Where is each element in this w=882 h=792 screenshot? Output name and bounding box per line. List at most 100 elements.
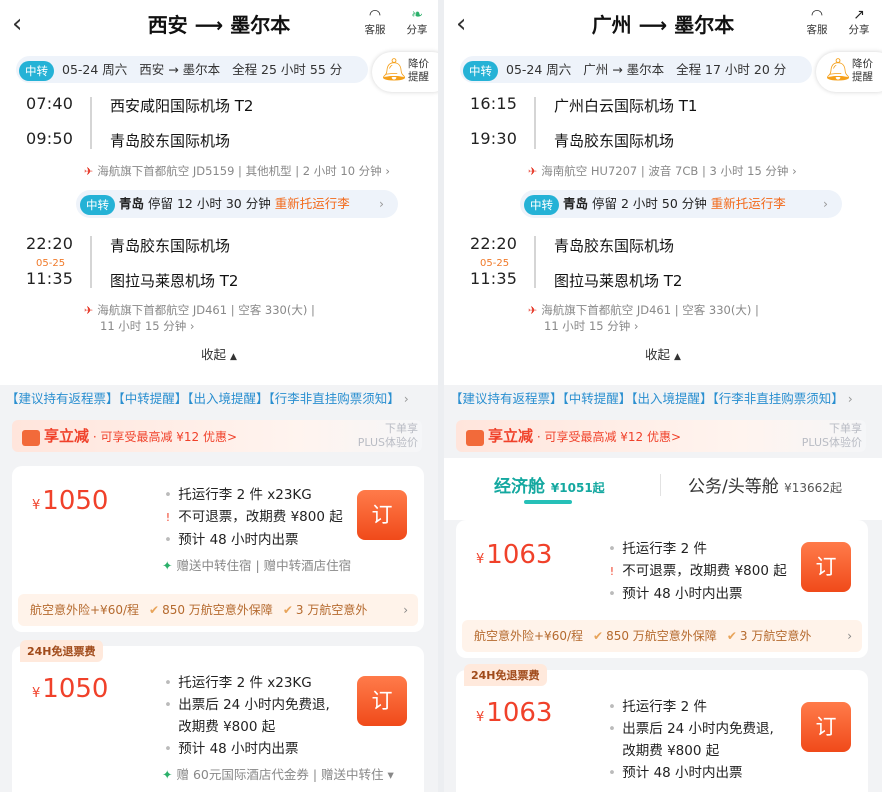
fare-price: ¥1063 [476,698,553,728]
airline-logo-icon: ✈ [528,304,538,317]
seg2-flight-info[interactable]: ✈ 海航旗下首都航空 JD461 | 空客 330(大) | [84,302,315,318]
fare-rules: • 托运行李 2 件 x23KG ! 不可退票，改期费 ¥800 起 • 预计 … [162,487,352,573]
collapse-toggle[interactable]: 收起 ▲ [444,344,882,363]
seg1-arr-time: 19:30 [470,129,518,148]
fare-card[interactable]: ¥1063 • 托运行李 2 件 ! 不可退票，改期费 ¥800 起 • 预计 … [456,520,868,658]
plus-price-note: 下单享 PLUS体验价 [357,422,418,449]
seg1-arr-airport: 青岛胶东国际机场 [554,132,675,150]
fare-card[interactable]: 24H免退票费 ¥1050 • 托运行李 2 件 x23KG • 出票后 24 … [12,640,424,792]
book-button[interactable]: 订 [357,490,407,540]
warning-icon: ! [609,565,615,578]
transfer-tag: 中转 [463,60,498,81]
gift-icon: ✦ [162,767,173,782]
timeline-line [90,236,92,288]
check-icon: ✔ [149,603,160,617]
chevron-right-icon: › [379,196,384,211]
seg2-dep-time: 22:20 [470,234,518,253]
seg2-arr-airport: 图拉马莱恩机场 T2 [110,272,239,290]
seg1-arr-airport: 青岛胶东国际机场 [110,132,231,150]
transfer-tag: 中转 [19,60,54,81]
seg2-duration: 11 小时 15 分钟 › [544,319,639,333]
airline-logo-icon: ✈ [84,304,94,317]
airline-logo-icon: ✈ [84,165,94,178]
seg2-arr-airport: 图拉马莱恩机场 T2 [554,272,683,290]
layover-bar[interactable]: 中转 青岛 停留 2 小时 50 分钟 重新托运行李 › [520,190,842,218]
chevron-right-icon: › [823,196,828,211]
seg2-arr-date: 05-25 [36,258,66,269]
insurance-bar[interactable]: 航空意外险+¥60/程 ✔ 850 万航空意外保障 ✔ 3 万航空意外 › [18,594,418,626]
seg2-duration: 11 小时 15 分钟 › [100,319,195,333]
bell-icon: 🔔︎ [824,58,852,83]
notice-links[interactable]: 【建议持有返程票】【中转提醒】【出入境提醒】【行李非直挂购票须知】 › [6,388,438,407]
share-button[interactable]: ❧ 分享 [402,6,432,36]
airline-logo-icon: ✈ [528,165,538,178]
chevron-right-icon: › [847,629,852,643]
refund-badge: 24H免退票费 [20,640,103,662]
fare-card[interactable]: ¥1050 • 托运行李 2 件 x23KG ! 不可退票，改期费 ¥800 起… [12,466,424,632]
cabin-tabs: 经济舱 ¥1051起 公务/头等舱 ¥13662起 [444,458,882,520]
seg1-dep-airport: 西安咸阳国际机场 T2 [110,97,254,115]
timeline-line [90,97,92,149]
flight-itinerary: ‹ 广州 ⟶ 墨尔本 ◠ 客服 ↗ 分享 中转 05-24 周六 广州 → 墨尔本 全… [444,0,882,385]
seg1-flight-info[interactable]: ✈ 海南航空 HU7207 | 波音 7CB | 3 小时 15 分钟 › [528,163,797,179]
fare-rules: • 托运行李 2 件 ! 不可退票，改期费 ¥800 起 • 预计 48 小时内… [606,538,787,605]
trip-summary: 中转 05-24 周六 西安 → 墨尔本 全程 25 小时 55 分 [16,56,368,83]
check-icon: ✔ [282,603,293,617]
check-icon: ✔ [593,629,604,643]
seg1-dep-time: 16:15 [470,94,518,113]
active-tab-indicator [524,500,572,504]
flight-detail-screen-guangzhou: ‹ 广州 ⟶ 墨尔本 ◠ 客服 ↗ 分享 中转 05-24 周六 广州 → 墨尔本 全… [444,0,882,792]
chevron-right-icon: › [403,603,408,617]
gift-icon: ✦ [162,558,173,573]
tab-economy[interactable]: 经济舱 ¥1051起 [494,472,605,497]
caret-up-icon: ▲ [230,352,237,362]
fare-rules: • 托运行李 2 件 • 出票后 24 小时内免费退, 改期费 ¥800 起 •… [608,699,774,781]
share-button[interactable]: ↗ 分享 [844,6,874,36]
notice-links[interactable]: 【建议持有返程票】【中转提醒】【出入境提醒】【行李非直挂购票须知】 › [450,388,882,407]
price-alert-button[interactable]: 🔔︎ 降价提醒 [372,52,438,92]
chevron-right-icon: › [847,391,853,406]
fare-price: ¥1050 [32,486,109,516]
plus-price-note: 下单享 PLUS体验价 [801,422,862,449]
customer-service-button[interactable]: ◠ 客服 [360,6,390,36]
customer-service-button[interactable]: ◠ 客服 [802,6,832,36]
headset-icon: ◠ [368,7,382,23]
tab-business-first[interactable]: 公务/头等舱 ¥13662起 [688,472,842,497]
seg1-arr-time: 09:50 [26,129,74,148]
share-icon: ❧ [411,7,423,23]
transfer-tag: 中转 [80,194,115,215]
coupon-icon [22,429,40,446]
seg2-arr-date: 05-25 [480,258,510,269]
book-button[interactable]: 订 [357,676,407,726]
warning-icon: ! [165,511,171,524]
check-icon: ✔ [726,629,737,643]
seg2-dep-airport: 青岛胶东国际机场 [554,237,675,255]
book-button[interactable]: 订 [801,702,851,752]
promo-banner[interactable]: 享立减 · 可享受最高减 ¥12 优惠> 下单享 PLUS体验价 [456,420,866,452]
timeline-line [534,97,536,149]
insurance-bar[interactable]: 航空意外险+¥60/程 ✔ 850 万航空意外保障 ✔ 3 万航空意外 › [462,620,862,652]
layover-bar[interactable]: 中转 青岛 停留 12 小时 30 分钟 重新托运行李 › [76,190,398,218]
headset-icon: ◠ [810,7,824,23]
seg1-dep-airport: 广州白云国际机场 T1 [554,97,698,115]
fare-card[interactable]: 24H免退票费 ¥1063 • 托运行李 2 件 • 出票后 24 小时内免费退… [456,664,868,792]
seg1-flight-info[interactable]: ✈ 海航旗下首都航空 JD5159 | 其他机型 | 2 小时 10 分钟 › [84,163,390,179]
fare-price: ¥1063 [476,540,553,570]
fare-price: ¥1050 [32,674,109,704]
seg2-flight-info[interactable]: ✈ 海航旗下首都航空 JD461 | 空客 330(大) | [528,302,759,318]
chevron-right-icon: › [403,391,409,406]
price-alert-button[interactable]: 🔔︎ 降价提醒 [816,52,882,92]
flight-itinerary: ‹ 西安 ⟶ 墨尔本 ◠ 客服 ❧ 分享 中转 05-24 周六 西安 → 墨尔本 全… [0,0,438,385]
seg1-dep-time: 07:40 [26,94,74,113]
book-button[interactable]: 订 [801,542,851,592]
seg2-arr-time: 11:35 [26,269,74,288]
promo-banner[interactable]: 享立减 · 可享受最高减 ¥12 优惠> 下单享 PLUS体验价 [12,420,422,452]
tab-divider [660,474,661,496]
timeline-line [534,236,536,288]
seg2-dep-time: 22:20 [26,234,74,253]
seg2-dep-airport: 青岛胶东国际机场 [110,237,231,255]
caret-up-icon: ▲ [674,352,681,362]
collapse-toggle[interactable]: 收起 ▲ [0,344,438,363]
flight-detail-screen-xian: ‹ 西安 ⟶ 墨尔本 ◠ 客服 ❧ 分享 中转 05-24 周六 西安 → 墨尔本 全… [0,0,438,792]
transfer-tag: 中转 [524,194,559,215]
